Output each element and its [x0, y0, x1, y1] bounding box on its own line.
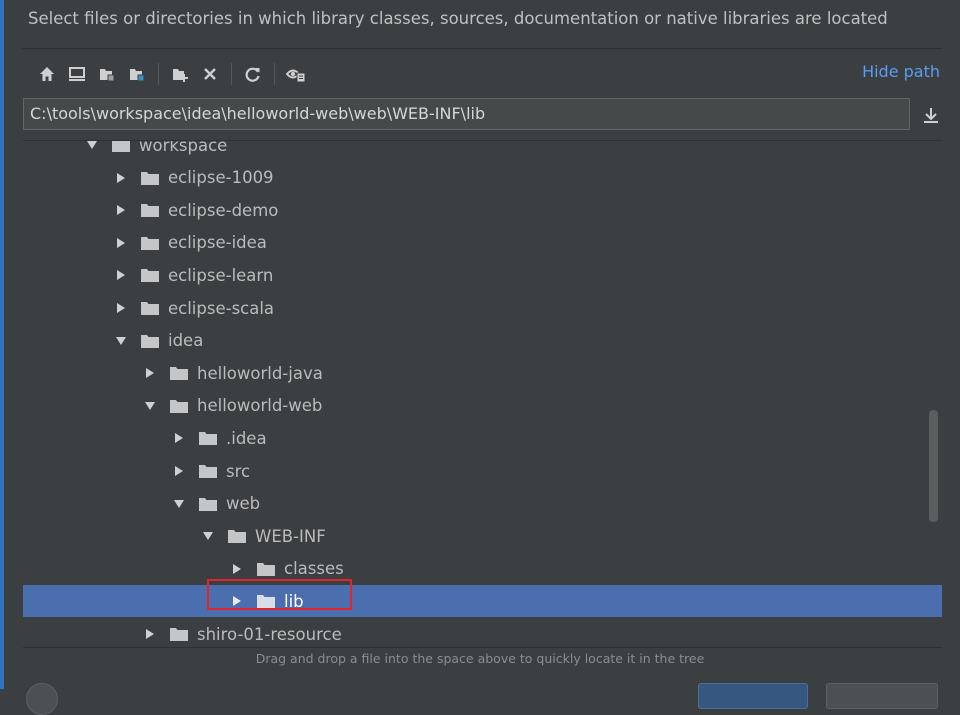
folder-icon [198, 430, 218, 446]
expanded-arrow-icon[interactable] [143, 399, 157, 413]
refresh-button[interactable] [240, 61, 266, 87]
tree-row-label: eclipse-idea [168, 233, 267, 253]
collapsed-arrow-icon[interactable] [114, 236, 128, 250]
tree-row-label: WEB-INF [255, 526, 326, 546]
tree-row-label: idea [168, 331, 204, 351]
home-icon [40, 67, 54, 81]
folder-icon [140, 170, 160, 186]
collapsed-arrow-icon[interactable] [172, 431, 186, 445]
collapsed-arrow-icon[interactable] [143, 366, 157, 380]
dialog-description: Select files or directories in which lib… [28, 9, 888, 28]
expanded-arrow-icon[interactable] [85, 141, 99, 152]
tree-row-label: classes [284, 559, 344, 579]
collapsed-arrow-icon[interactable] [172, 464, 186, 478]
toolbar-separator [231, 63, 232, 85]
collapsed-arrow-icon[interactable] [114, 301, 128, 315]
tree-row-label: .idea [226, 428, 267, 448]
tree-row-label: eclipse-learn [168, 265, 274, 285]
desktop-icon [69, 67, 85, 81]
tree-row-label: eclipse-1009 [168, 168, 274, 188]
folder-icon [256, 561, 276, 577]
refresh-icon [245, 67, 260, 82]
expanded-arrow-icon[interactable] [114, 334, 128, 348]
folder-icon [169, 365, 189, 381]
tree-row[interactable]: eclipse-learn [23, 259, 942, 291]
tree-row[interactable]: idea [23, 325, 942, 357]
ok-button[interactable] [698, 683, 808, 709]
folder-icon [198, 496, 218, 512]
collapsed-arrow-icon[interactable] [230, 562, 244, 576]
folder-icon [198, 463, 218, 479]
project-folder-icon [100, 69, 115, 82]
folder-icon [140, 267, 160, 283]
folder-icon [140, 235, 160, 251]
tree-row[interactable]: web [23, 488, 942, 520]
folder-icon [140, 300, 160, 316]
window-edge [0, 0, 4, 689]
tree-row[interactable]: eclipse-1009 [23, 162, 942, 194]
module-folder-icon [130, 69, 145, 82]
path-input[interactable]: C:\tools\workspace\idea\helloworld-web\w… [23, 98, 910, 130]
project-folder-button[interactable] [94, 61, 120, 87]
collapsed-arrow-icon[interactable] [114, 203, 128, 217]
show-hidden-icon [286, 69, 306, 83]
tree-row-label: eclipse-demo [168, 200, 279, 220]
tree-row[interactable]: workspace [23, 140, 942, 161]
download-button[interactable] [920, 104, 942, 126]
download-icon [924, 108, 938, 123]
tree-row-label: workspace [139, 140, 228, 155]
collapsed-arrow-icon[interactable] [143, 627, 157, 641]
tree-row-label: web [226, 494, 261, 514]
new-folder-icon [173, 69, 188, 82]
tree-row[interactable]: helloworld-java [23, 357, 942, 389]
tree-row-label: helloworld-web [197, 396, 323, 416]
folder-icon [111, 141, 131, 153]
tree-row[interactable]: classes [23, 553, 942, 585]
tree-row[interactable]: eclipse-scala [23, 292, 942, 324]
folder-icon [140, 333, 160, 349]
collapsed-arrow-icon[interactable] [114, 171, 128, 185]
annotation-highlight [207, 579, 352, 610]
expanded-arrow-icon[interactable] [172, 497, 186, 511]
folder-icon [227, 528, 247, 544]
toolbar-separator [274, 63, 275, 85]
collapsed-arrow-icon[interactable] [114, 268, 128, 282]
tree-scrollbar[interactable] [929, 410, 938, 522]
folder-icon [169, 626, 189, 642]
desktop-button[interactable] [64, 61, 90, 87]
expanded-arrow-icon[interactable] [201, 529, 215, 543]
folder-icon [140, 202, 160, 218]
help-button[interactable] [26, 683, 58, 715]
folder-icon [169, 398, 189, 414]
delete-icon [204, 68, 216, 80]
toolbar [34, 60, 313, 88]
home-button[interactable] [34, 61, 60, 87]
hide-path-link[interactable]: Hide path [862, 62, 940, 81]
delete-button[interactable] [197, 61, 223, 87]
drag-drop-hint: Drag and drop a file into the space abov… [255, 651, 705, 666]
tree-row-label: src [226, 461, 251, 481]
show-hidden-button[interactable] [283, 61, 309, 87]
tree-row-label: helloworld-java [197, 363, 323, 383]
tree-row[interactable]: lib [23, 585, 942, 618]
file-tree[interactable]: workspace eclipse-1009 eclipse-demo eclipse… [23, 140, 942, 648]
tree-row[interactable]: .idea [23, 422, 942, 454]
tree-row-label: eclipse-scala [168, 298, 275, 318]
module-folder-button[interactable] [124, 61, 150, 87]
tree-row[interactable]: helloworld-web [23, 390, 942, 422]
tree-row-label: shiro-01-resource [197, 624, 342, 644]
tree-row[interactable]: eclipse-demo [23, 194, 942, 226]
tree-row[interactable]: src [23, 455, 942, 487]
tree-row[interactable]: shiro-01-resource [23, 618, 942, 647]
cancel-button[interactable] [826, 683, 938, 709]
tree-row[interactable]: eclipse-idea [23, 227, 942, 259]
tree-row[interactable]: WEB-INF [23, 520, 942, 552]
new-folder-button[interactable] [167, 61, 193, 87]
toolbar-separator [158, 63, 159, 85]
header-divider [22, 48, 942, 49]
